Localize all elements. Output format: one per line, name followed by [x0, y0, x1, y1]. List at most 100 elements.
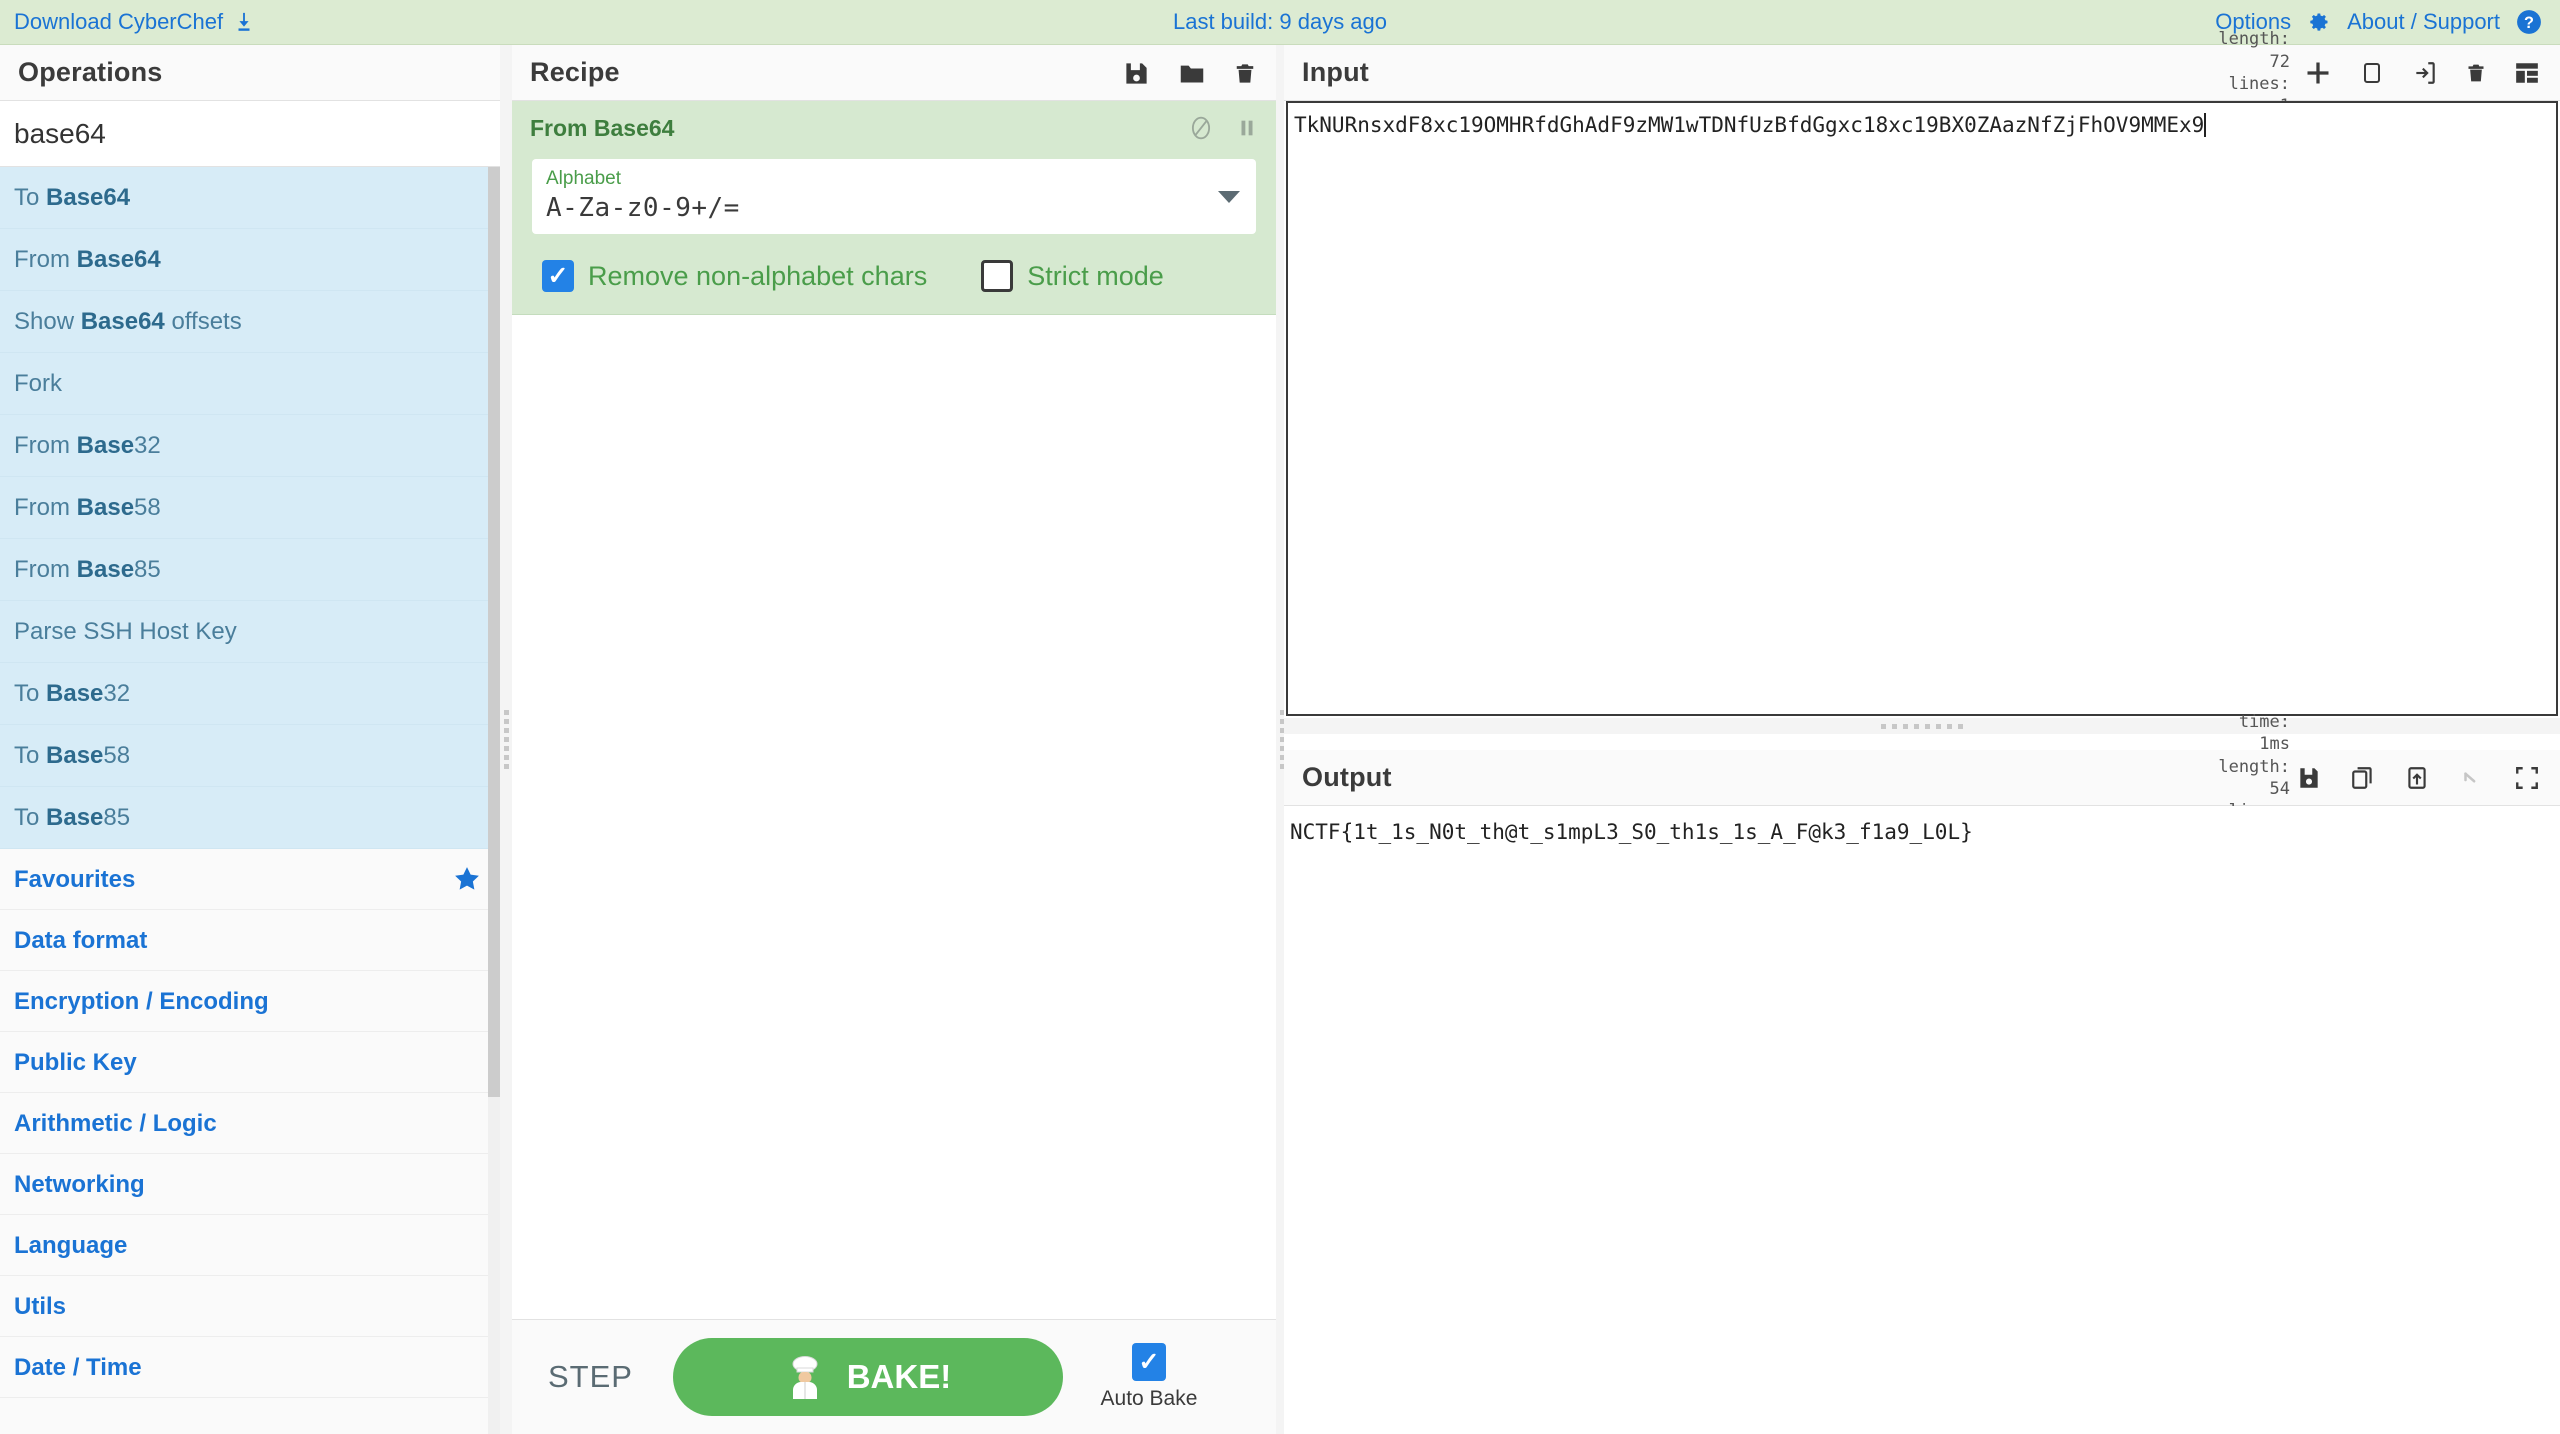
- operation-category-data-format[interactable]: Data format: [0, 910, 500, 971]
- bake-button[interactable]: BAKE!: [673, 1338, 1063, 1416]
- operation-category-utils[interactable]: Utils: [0, 1276, 500, 1337]
- category-label: Encryption / Encoding: [14, 988, 269, 1015]
- operation-label-prefix: To: [14, 804, 46, 831]
- save-icon[interactable]: [1123, 60, 1150, 87]
- operation-list-item[interactable]: From Base85: [0, 539, 500, 601]
- operations-scrollbar-thumb[interactable]: [488, 167, 500, 1097]
- recipe-title-icons: [1123, 45, 1256, 101]
- input-title: Input: [1302, 57, 1369, 88]
- category-label: Language: [14, 1232, 127, 1259]
- operation-list-item[interactable]: From Base32: [0, 415, 500, 477]
- operation-list-item[interactable]: To Base64: [0, 167, 500, 229]
- operation-label-prefix: To: [14, 742, 46, 769]
- category-label: Data format: [14, 927, 147, 954]
- add-tab-icon[interactable]: [2304, 59, 2332, 87]
- operation-category-networking[interactable]: Networking: [0, 1154, 500, 1215]
- replace-input-icon[interactable]: [2404, 764, 2430, 792]
- copy-icon[interactable]: [2350, 764, 2376, 792]
- save-icon[interactable]: [2296, 764, 2322, 792]
- operation-list-item[interactable]: From Base58: [0, 477, 500, 539]
- category-label: Networking: [14, 1171, 145, 1198]
- input-meta: length: 72 lines: 1: [2136, 45, 2290, 101]
- star-icon[interactable]: [452, 864, 482, 894]
- operation-category-encryption-encoding[interactable]: Encryption / Encoding: [0, 971, 500, 1032]
- operation-list-item[interactable]: Show Base64 offsets: [0, 291, 500, 353]
- operation-list-item[interactable]: To Base85: [0, 787, 500, 849]
- help-circle-icon[interactable]: ?: [2516, 9, 2542, 35]
- gear-icon[interactable]: [2307, 10, 2331, 34]
- checkbox-unchecked-icon[interactable]: [981, 260, 1013, 292]
- step-button[interactable]: STEP: [534, 1351, 647, 1403]
- operation-category-arithmetic-logic[interactable]: Arithmetic / Logic: [0, 1093, 500, 1154]
- strict-mode-checkbox[interactable]: Strict mode: [981, 260, 1164, 292]
- folder-icon[interactable]: [1178, 60, 1206, 87]
- splitter-grip: [1881, 724, 1963, 729]
- chevron-down-icon[interactable]: [1218, 191, 1240, 203]
- alphabet-value[interactable]: A-Za-z0-9+/=: [546, 192, 1242, 225]
- operation-label-suffix: 58: [134, 494, 161, 521]
- output-title-bar: Output time: 1ms length: 54 lines: 1: [1284, 750, 2560, 806]
- operation-label-suffix: 32: [134, 432, 161, 459]
- output-title: Output: [1302, 762, 1392, 793]
- open-folder-icon[interactable]: [2360, 59, 2384, 87]
- operation-list-item[interactable]: Parse SSH Host Key: [0, 601, 500, 663]
- operation-label-prefix: From: [14, 556, 77, 583]
- open-file-icon[interactable]: [2412, 59, 2438, 87]
- search-input[interactable]: [0, 101, 500, 167]
- operation-label-prefix: Parse SSH Host Key: [14, 618, 237, 645]
- operation-label-prefix: To: [14, 184, 46, 211]
- output-textarea[interactable]: NCTF{1t_1s_N0t_th@t_s1mpL3_S0_th1s_1s_A_…: [1284, 806, 2560, 1434]
- auto-bake-checkbox[interactable]: Auto Bake: [1089, 1343, 1209, 1411]
- operation-label-match: Base: [46, 804, 103, 831]
- category-label: Arithmetic / Logic: [14, 1110, 217, 1137]
- input-output-splitter[interactable]: [1284, 718, 2560, 734]
- recipe-operations-list[interactable]: From Base64: [512, 101, 1276, 1319]
- operation-label-suffix: 58: [103, 742, 130, 769]
- undo-icon[interactable]: [2458, 765, 2486, 791]
- ops-recipe-splitter[interactable]: [500, 45, 512, 1434]
- operation-label-match: Base: [77, 432, 134, 459]
- recipe-operation-from-base64[interactable]: From Base64: [512, 101, 1276, 315]
- output-title-icons: [2296, 750, 2540, 806]
- operation-list-item[interactable]: To Base58: [0, 725, 500, 787]
- input-title-icons: [2304, 45, 2540, 101]
- tabs-icon[interactable]: [2514, 60, 2540, 86]
- output-panel: Output time: 1ms length: 54 lines: 1: [1284, 750, 2560, 1434]
- operation-category-language[interactable]: Language: [0, 1215, 500, 1276]
- input-text: TkNURnsxdF8xc19OMHRfdGhAdF9zMW1wTDNfUzBf…: [1294, 113, 2204, 137]
- auto-bake-checked-icon[interactable]: [1132, 1343, 1166, 1381]
- auto-bake-label: Auto Bake: [1101, 1387, 1198, 1411]
- operation-category-date-time[interactable]: Date / Time: [0, 1337, 500, 1398]
- about-support-link[interactable]: About / Support: [2347, 9, 2500, 35]
- operation-list-item[interactable]: To Base32: [0, 663, 500, 725]
- operation-label-prefix: From: [14, 432, 77, 459]
- input-lines-label: lines:: [2229, 74, 2290, 94]
- maximise-icon[interactable]: [2514, 765, 2540, 791]
- operation-label-match: Base: [46, 742, 103, 769]
- trash-icon[interactable]: [1234, 60, 1256, 87]
- recipe-operation-controls: [1188, 115, 1258, 141]
- strict-mode-label: Strict mode: [1027, 261, 1164, 292]
- alphabet-field[interactable]: Alphabet A-Za-z0-9+/=: [532, 159, 1256, 234]
- operation-list-item[interactable]: From Base64: [0, 229, 500, 291]
- checkbox-checked-icon[interactable]: [542, 260, 574, 292]
- last-build-link[interactable]: Last build: 9 days ago: [1173, 9, 1387, 34]
- alphabet-label: Alphabet: [546, 167, 1242, 192]
- operation-list-item[interactable]: Fork: [0, 353, 500, 415]
- operations-scrollbar[interactable]: [488, 167, 500, 1434]
- operation-category-favourites[interactable]: Favourites: [0, 849, 500, 910]
- operation-category-public-key[interactable]: Public Key: [0, 1032, 500, 1093]
- disable-icon[interactable]: [1188, 115, 1214, 141]
- recipe-operation-name: From Base64: [530, 115, 674, 142]
- pause-icon[interactable]: [1236, 115, 1258, 141]
- clear-io-icon[interactable]: [2466, 59, 2486, 87]
- operation-label-suffix: 32: [103, 680, 130, 707]
- operation-label-suffix: 85: [134, 556, 161, 583]
- workspace: Operations To Base64From Base64Show Base…: [0, 45, 2560, 1434]
- remove-non-alphabet-chars-checkbox[interactable]: Remove non-alphabet chars: [542, 260, 927, 292]
- input-textarea[interactable]: TkNURnsxdF8xc19OMHRfdGhAdF9zMW1wTDNfUzBf…: [1286, 101, 2558, 716]
- recipe-title: Recipe: [530, 57, 620, 88]
- operation-label-prefix: From: [14, 494, 77, 521]
- category-label: Favourites: [14, 866, 135, 893]
- category-label: Public Key: [14, 1049, 137, 1076]
